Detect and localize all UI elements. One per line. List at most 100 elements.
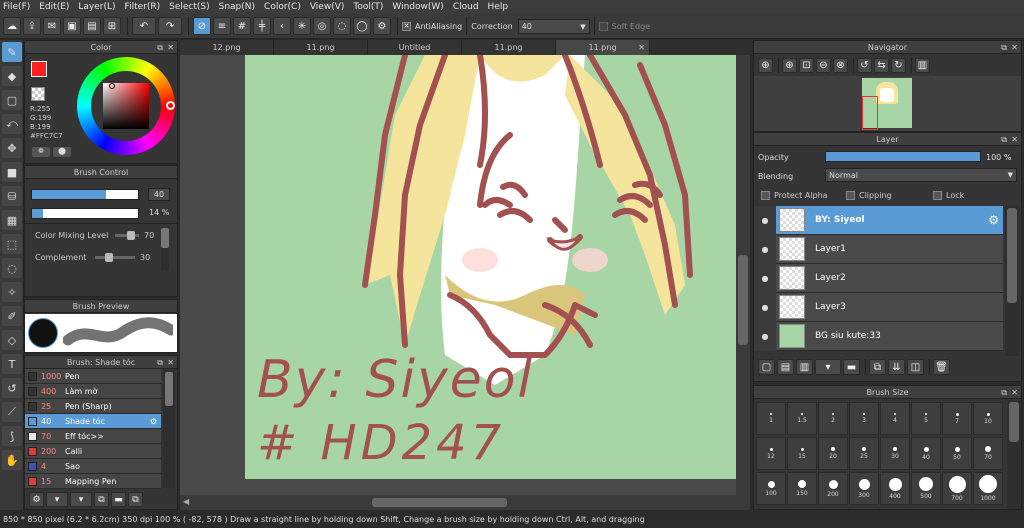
transparent-swatch[interactable] [31, 87, 45, 101]
divide-tool-icon[interactable]: ⟋ [2, 402, 22, 422]
snap-curve-icon[interactable]: ◌ [333, 17, 351, 35]
document-tab[interactable]: 12.png [180, 40, 274, 55]
rotate-left-icon[interactable]: ↺ [857, 58, 872, 73]
scroll-thumb[interactable] [372, 498, 507, 507]
navigator-viewport-frame[interactable] [862, 96, 878, 130]
new-layer-icon[interactable]: ▢ [758, 359, 775, 375]
brush-size-cell[interactable]: 200 [818, 472, 848, 505]
clear-layer-icon[interactable]: ◫ [907, 359, 924, 375]
operation-tool-icon[interactable]: ↺ [2, 378, 22, 398]
canvas-paper[interactable]: By: Siyeol # HD247 [245, 55, 736, 479]
blending-select[interactable]: Normal ▼ [825, 168, 1017, 182]
brush-size-cell[interactable]: 10 [973, 402, 1003, 435]
folder-icon[interactable]: ▬ [111, 492, 126, 507]
bucket-tool-icon[interactable]: ⛁ [2, 186, 22, 206]
flip-icon[interactable]: ⇆ [874, 58, 889, 73]
layer-row[interactable]: ● BG siu kute:33 [754, 321, 1003, 351]
navigator-options-icon[interactable]: ▥ [915, 58, 930, 73]
scroll-thumb[interactable] [1007, 208, 1017, 303]
lasso-select-icon[interactable]: ◌ [2, 258, 22, 278]
rotate-right-icon[interactable]: ↻ [891, 58, 906, 73]
visibility-eye-icon[interactable]: ● [754, 321, 776, 351]
layer-opacity-slider[interactable] [825, 151, 981, 162]
brush-size-slider[interactable] [31, 189, 139, 200]
move-tool-icon[interactable]: ✥ [2, 138, 22, 158]
brush-size-cell[interactable]: 30 [880, 437, 910, 470]
menu-item[interactable]: Color(C) [264, 2, 301, 12]
correction-select[interactable]: 40 ▼ [517, 18, 590, 34]
gradient-tool-icon[interactable]: ▦ [2, 210, 22, 230]
brush-size-cell[interactable]: 400 [880, 472, 910, 505]
brush-list-scrollbar[interactable] [163, 370, 175, 488]
brush-size-cell[interactable]: 50 [942, 437, 972, 470]
brush-list-item[interactable]: 25 Pen (Sharp) [25, 399, 161, 414]
menu-item[interactable]: Tool(T) [353, 2, 383, 12]
brush-tool-icon[interactable]: ✎ [2, 42, 22, 62]
clipping-checkbox[interactable] [846, 191, 855, 200]
layer-row[interactable]: ● Layer3 [754, 292, 1003, 322]
zoom-out-icon[interactable]: ⊖ [816, 58, 831, 73]
snap-off-icon[interactable]: ⊘ [193, 17, 211, 35]
brush-size-cell[interactable]: 5 [911, 402, 941, 435]
document-tab[interactable]: Untitled [368, 40, 462, 55]
saturation-value-square[interactable] [103, 83, 149, 129]
layer-folder-icon[interactable]: ▬ [843, 359, 860, 375]
select-eraser-icon[interactable]: ◇ [2, 330, 22, 350]
document-icon[interactable]: ▤ [83, 17, 101, 35]
brush-control-scrollbar[interactable] [161, 228, 169, 270]
add-layer-menu-icon[interactable]: ▾ [815, 359, 841, 375]
delete-layer-icon[interactable]: 🗑 [933, 359, 950, 375]
menu-item[interactable]: Cloud [453, 2, 479, 12]
snap-parallel-icon[interactable]: ≡ [213, 17, 231, 35]
foreground-color-swatch[interactable] [31, 61, 47, 77]
layer-list-scrollbar[interactable] [1005, 206, 1019, 356]
new-halftone-layer-icon[interactable]: ▤ [777, 359, 794, 375]
export-icon[interactable]: ⇪ [23, 17, 41, 35]
close-icon[interactable]: ✕ [1011, 133, 1018, 146]
document-tab[interactable]: 11.png [274, 40, 368, 55]
brush-list-item[interactable]: 40 Shade tóc ⚙ [25, 414, 161, 429]
zoom-in-icon[interactable]: ⊕ [782, 58, 797, 73]
brush-size-cell[interactable]: 15 [787, 437, 817, 470]
add-brush-icon[interactable]: ▾ [46, 492, 68, 507]
brush-settings-icon[interactable]: ⚙ [29, 492, 44, 507]
fit-icon[interactable]: ⊡ [799, 58, 814, 73]
undo-icon[interactable]: ↶ [132, 17, 156, 35]
color-mode-button[interactable]: ❁ [32, 147, 50, 157]
popout-icon[interactable]: ⧉ [1001, 386, 1007, 399]
color-palette-button[interactable]: ⬤ [53, 147, 71, 157]
lock-checkbox[interactable] [933, 191, 942, 200]
fill-rect-icon[interactable]: ■ [2, 162, 22, 182]
document-tab[interactable]: 11.png [462, 40, 556, 55]
visibility-eye-icon[interactable]: ● [754, 234, 776, 264]
complement-slider[interactable] [95, 253, 135, 262]
canvas-horizontal-scrollbar[interactable]: ◀ [180, 495, 750, 510]
copy-icon[interactable]: ⧉ [128, 492, 143, 507]
brush-list-item[interactable]: 1000 Pen [25, 369, 161, 384]
close-icon[interactable]: ✕ [1011, 41, 1018, 54]
menu-item[interactable]: Snap(N) [219, 2, 255, 12]
grid-icon[interactable]: ⊞ [103, 17, 121, 35]
brush-size-cell[interactable]: 1.5 [787, 402, 817, 435]
brush-size-cell[interactable]: 700 [942, 472, 972, 505]
menu-item[interactable]: File(F) [3, 2, 30, 12]
brush-list-item[interactable]: 70 Eff tóc>> [25, 429, 161, 444]
duplicate-layer-icon[interactable]: ⧉ [869, 359, 886, 375]
slider-thumb[interactable] [127, 231, 135, 240]
brush-size-cell[interactable]: 100 [756, 472, 786, 505]
menu-item[interactable]: Filter(R) [125, 2, 161, 12]
color-picker-cursor[interactable] [109, 83, 115, 89]
scroll-left-icon[interactable]: ◀ [183, 497, 189, 506]
close-icon[interactable]: ✕ [1011, 386, 1018, 399]
brush-size-cell[interactable]: 2 [818, 402, 848, 435]
reset-zoom-icon[interactable]: ⊗ [833, 58, 848, 73]
comment-icon[interactable]: ✉ [43, 17, 61, 35]
brush-size-cell[interactable]: 1000 [973, 472, 1003, 505]
brush-list-item[interactable]: 200 Calli [25, 444, 161, 459]
menu-item[interactable]: Layer(L) [78, 2, 115, 12]
visibility-eye-icon[interactable]: ● [754, 292, 776, 322]
brush-size-cell[interactable]: 40 [911, 437, 941, 470]
magic-wand-icon[interactable]: ✧ [2, 282, 22, 302]
brush-size-cell[interactable]: 70 [973, 437, 1003, 470]
gear-icon[interactable]: ⚙ [988, 213, 999, 227]
